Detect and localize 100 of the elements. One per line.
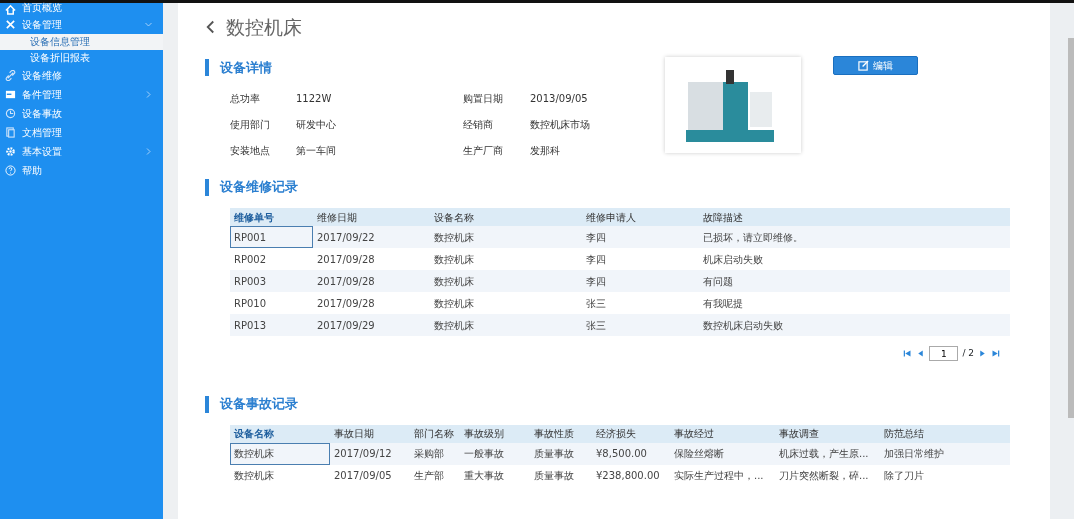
table-cell: 2017/09/28 bbox=[313, 248, 430, 270]
chevron-right-icon bbox=[144, 90, 153, 99]
table-cell: 除了刀片 bbox=[880, 464, 1010, 487]
page-input[interactable]: 1 bbox=[929, 346, 959, 361]
card-icon bbox=[5, 89, 16, 100]
edit-icon bbox=[858, 59, 869, 71]
field-value: 数控机床市场 bbox=[530, 118, 591, 133]
table-cell: 质量事故 bbox=[530, 464, 592, 487]
table-cell: 有我呢提 bbox=[699, 292, 1010, 314]
column-header: 事故经过 bbox=[670, 424, 775, 443]
sidebar-subitem[interactable]: 设备信息管理 bbox=[0, 34, 163, 50]
table-cell: RP013 bbox=[230, 314, 313, 336]
section-title: 设备详情 bbox=[220, 58, 272, 77]
table-cell: ¥8,500.00 bbox=[592, 442, 670, 465]
column-header: 维修单号 bbox=[230, 208, 313, 226]
table-cell: 采购部 bbox=[410, 442, 460, 465]
table-cell: ¥238,800.00 bbox=[592, 464, 670, 487]
document-icon bbox=[5, 127, 16, 138]
home-icon bbox=[5, 4, 16, 15]
table-cell: 保险丝熔断 bbox=[670, 442, 775, 465]
back-icon bbox=[205, 19, 216, 36]
column-header: 维修申请人 bbox=[582, 208, 699, 226]
sidebar-item[interactable]: 设备事故 bbox=[0, 104, 163, 123]
table-cell: 数控机床 bbox=[430, 226, 582, 248]
table-cell: 2017/09/29 bbox=[313, 314, 430, 336]
column-header: 事故级别 bbox=[460, 424, 530, 443]
field-value: 1122W bbox=[296, 92, 333, 107]
field-value: 第一车间 bbox=[296, 144, 337, 159]
table-cell: RP002 bbox=[230, 248, 313, 270]
section-title: 设备事故记录 bbox=[220, 395, 298, 413]
sidebar-item[interactable]: 帮助 bbox=[0, 161, 163, 180]
section-title: 设备维修记录 bbox=[220, 178, 298, 197]
help-icon bbox=[5, 165, 16, 176]
field-label: 生产厂商 bbox=[463, 144, 504, 159]
link-icon bbox=[5, 70, 16, 81]
field-value: 2013/09/05 bbox=[530, 92, 589, 107]
sidebar-item[interactable]: 首页概览 bbox=[0, 3, 163, 15]
field-value: 发那科 bbox=[530, 144, 561, 159]
table-cell: 数控机床 bbox=[430, 270, 582, 292]
field-label: 安装地点 bbox=[230, 144, 271, 159]
gear-icon bbox=[5, 146, 16, 157]
section-marker bbox=[205, 59, 209, 77]
table-cell: 2017/09/28 bbox=[313, 270, 430, 292]
sidebar-item[interactable]: 基本设置 bbox=[0, 142, 163, 161]
table-cell: 2017/09/28 bbox=[313, 292, 430, 314]
table-cell: 张三 bbox=[582, 292, 699, 314]
sidebar-subitem[interactable]: 设备折旧报表 bbox=[0, 50, 163, 66]
table-cell: 数控机床 bbox=[430, 292, 582, 314]
table-cell: 李四 bbox=[582, 270, 699, 292]
last-page-icon bbox=[991, 349, 1000, 358]
sidebar-item[interactable]: 备件管理 bbox=[0, 85, 163, 104]
table-cell: 一般事故 bbox=[460, 442, 530, 465]
column-header: 设备名称 bbox=[430, 208, 582, 226]
edit-button[interactable]: 编辑 bbox=[833, 55, 918, 75]
table-cell: RP003 bbox=[230, 270, 313, 292]
table-cell: 李四 bbox=[582, 248, 699, 270]
section-marker bbox=[205, 395, 209, 413]
chevron-right-icon bbox=[144, 147, 153, 156]
column-header: 事故性质 bbox=[530, 424, 592, 443]
table-cell: 数控机床 bbox=[230, 442, 330, 465]
table-cell: 2017/09/12 bbox=[330, 442, 410, 465]
field-label: 经销商 bbox=[463, 118, 494, 133]
table-cell: 机床过载，产生原... bbox=[775, 442, 880, 465]
section-marker bbox=[205, 179, 209, 197]
page-title: 数控机床 bbox=[226, 15, 302, 40]
column-header: 部门名称 bbox=[410, 424, 460, 443]
table-cell: 重大事故 bbox=[460, 464, 530, 487]
table-cell: RP010 bbox=[230, 292, 313, 314]
sidebar-item[interactable]: 设备管理 bbox=[0, 15, 163, 34]
column-header: 设备名称 bbox=[230, 424, 330, 443]
column-header: 事故日期 bbox=[330, 424, 410, 443]
table-cell: 数控机床启动失败 bbox=[699, 314, 1010, 336]
table-cell: 数控机床 bbox=[430, 314, 582, 336]
scrollbar[interactable] bbox=[1068, 38, 1074, 418]
sidebar-item[interactable]: 文档管理 bbox=[0, 123, 163, 142]
table-cell: 生产部 bbox=[410, 464, 460, 487]
previous-page-icon bbox=[916, 349, 926, 358]
first-page-icon bbox=[903, 349, 913, 358]
field-label: 总功率 bbox=[230, 92, 261, 107]
table-cell: 张三 bbox=[582, 314, 699, 336]
table-cell: RP001 bbox=[230, 226, 313, 248]
table-cell: 有问题 bbox=[699, 270, 1010, 292]
table-cell: 刀片突然断裂，碎... bbox=[775, 464, 880, 487]
column-header: 维修日期 bbox=[313, 208, 430, 226]
table-cell: 已损坏，请立即维修。 bbox=[699, 226, 1010, 248]
column-header: 事故调查 bbox=[775, 424, 880, 443]
field-value: 研发中心 bbox=[296, 118, 337, 133]
table-cell: 质量事故 bbox=[530, 442, 592, 465]
table-cell: 2017/09/05 bbox=[330, 464, 410, 487]
table-cell: 实际生产过程中，... bbox=[670, 464, 775, 487]
field-label: 使用部门 bbox=[230, 118, 271, 133]
table-cell: 加强日常维护 bbox=[880, 442, 1010, 465]
sidebar-item[interactable]: 设备维修 bbox=[0, 66, 163, 85]
next-page-icon bbox=[978, 349, 987, 358]
table-cell: 数控机床 bbox=[430, 248, 582, 270]
table-cell: 机床启动失败 bbox=[699, 248, 1010, 270]
column-header: 经济损失 bbox=[592, 424, 670, 443]
column-header: 故障描述 bbox=[699, 208, 1010, 226]
chevron-down-icon bbox=[144, 20, 153, 29]
clock-icon bbox=[5, 108, 16, 119]
